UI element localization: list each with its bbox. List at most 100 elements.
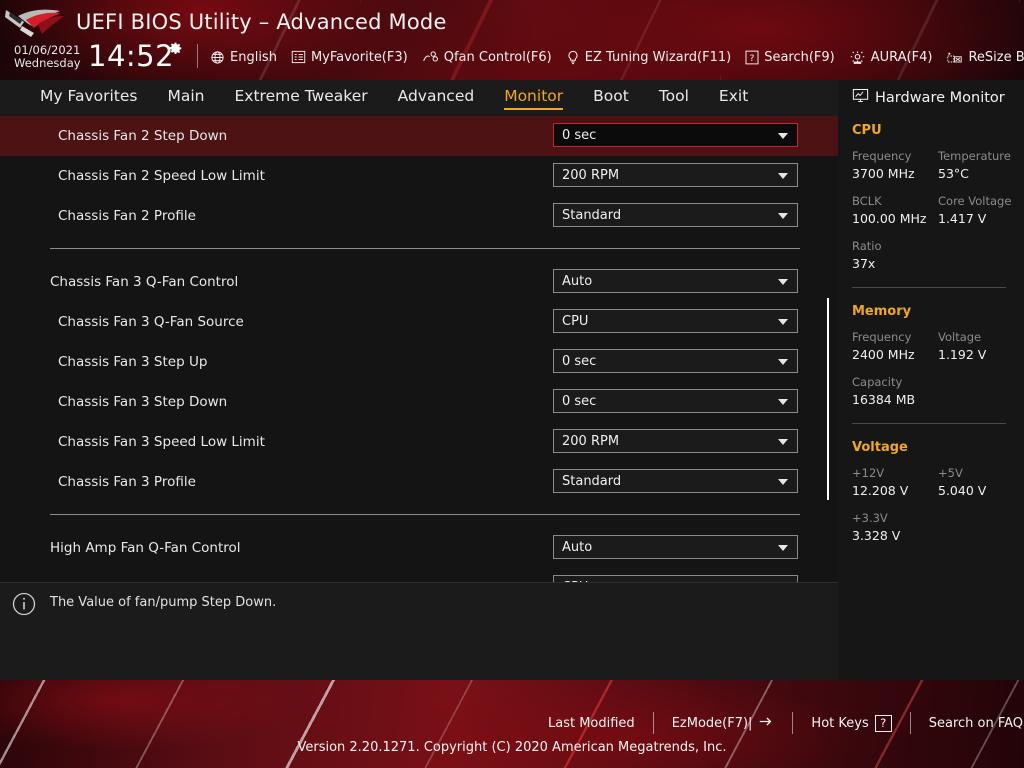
setting-dropdown[interactable]: Standard [553,203,798,227]
metric-value: 100.00 MHz [852,211,927,226]
metric-value: 1.192 V [938,347,987,362]
setting-dropdown[interactable]: 0 sec [553,389,798,413]
tab-tool[interactable]: Tool [659,87,689,109]
tab-my-favorites[interactable]: My Favorites [40,87,138,109]
settings-scrollbar[interactable] [826,116,830,582]
resize-bar-label: ReSize BAR [968,49,1024,65]
scrollbar-thumb[interactable] [827,298,829,500]
setting-dropdown[interactable]: CPU [553,575,798,582]
header-divider [197,44,198,68]
setting-value: 0 sec [562,353,597,369]
setting-value: Auto [562,539,593,555]
hardware-monitor-metric: Voltage 1.192 V [938,329,1024,364]
search-on-faq-label: Search on FAQ [928,715,1024,731]
page-title: UEFI BIOS Utility – Advanced Mode [76,10,447,34]
setting-row[interactable]: Chassis Fan 3 Speed Low Limit 200 RPM [0,422,838,462]
metric-label: +12V [852,466,885,480]
metric-label: Frequency [852,330,912,344]
search-label: Search(F9) [764,49,835,65]
setting-row[interactable]: Chassis Fan 3 Q-Fan Source CPU [0,302,838,342]
search-on-faq-button[interactable]: Search on FAQ [911,716,1024,731]
hardware-monitor-metric: +5V 5.040 V [938,465,1024,500]
gear-icon[interactable] [168,42,183,57]
setting-dropdown[interactable]: CPU [553,309,798,333]
tab-exit[interactable]: Exit [719,87,748,109]
setting-dropdown[interactable]: Auto [553,535,798,559]
chevron-down-icon[interactable] [778,133,788,139]
setting-label: Chassis Fan 2 Profile [58,208,196,224]
myfavorite-button[interactable]: MyFavorite(F3) [291,50,408,65]
chevron-down-icon[interactable] [778,173,788,179]
chevron-down-icon[interactable] [778,359,788,365]
hardware-monitor-row: Frequency 3700 MHz Temperature 53°C [852,148,1024,183]
tab-monitor[interactable]: Monitor [504,87,563,110]
chevron-down-icon[interactable] [778,439,788,445]
setting-dropdown[interactable]: 200 RPM [553,429,798,453]
hardware-monitor-title: Hardware Monitor [852,88,1024,107]
setting-row[interactable]: Chassis Fan 3 Q-Fan Control Auto [0,262,838,302]
setting-dropdown[interactable]: Standard [553,469,798,493]
setting-row[interactable]: Chassis Fan 3 Step Up 0 sec [0,342,838,382]
setting-row[interactable]: Chassis Fan 3 Profile Standard [0,462,838,502]
hardware-monitor-metric: +3.3V 3.328 V [852,510,938,545]
bulb-icon [566,50,580,65]
chevron-down-icon[interactable] [778,279,788,285]
setting-row[interactable]: Chassis Fan 2 Speed Low Limit 200 RPM [0,156,838,196]
metric-label: Frequency [852,149,912,163]
settings-group-separator [0,236,838,262]
hot-keys-button[interactable]: Hot Keys ? [793,714,909,732]
ez-tuning-wizard-button[interactable]: EZ Tuning Wizard(F11) [566,50,731,65]
tab-advanced[interactable]: Advanced [398,87,475,109]
setting-label: High Amp Fan Q-Fan Control [50,540,241,556]
hardware-monitor-readouts: Frequency 3700 MHz Temperature 53°C BCLK 100.… [852,148,1024,273]
separator-line [50,248,800,249]
ezmode-button[interactable]: EzMode(F7)| [654,715,793,732]
hardware-monitor-metric: Frequency 2400 MHz [852,329,938,364]
monitor-graph-icon [852,88,869,107]
metric-label: +5V [938,466,963,480]
setting-dropdown[interactable]: 0 sec [553,349,798,373]
setting-dropdown[interactable]: 200 RPM [553,163,798,187]
setting-value: CPU [562,313,589,329]
setting-label: Chassis Fan 2 Speed Low Limit [58,168,265,184]
bios-screen: UEFI BIOS Utility – Advanced Mode 01/06/… [0,0,1024,768]
aura-button[interactable]: AURA(F4) [849,50,932,65]
metric-value: 37x [852,256,876,271]
setting-value: Auto [562,273,593,289]
hardware-monitor-metric: Temperature 53°C [938,148,1024,183]
language-button[interactable]: English [210,50,277,65]
hardware-monitor-metric: BCLK 100.00 MHz [852,193,938,228]
qfan-control-button[interactable]: Qfan Control(F6) [422,50,552,65]
last-modified-button[interactable]: Last Modified [530,716,653,731]
info-icon [12,592,36,616]
setting-value: Standard [562,473,622,489]
setting-row[interactable]: High Amp Fan Q-Fan SourceCPU [0,568,838,582]
setting-value: 0 sec [562,127,597,143]
search-button[interactable]: ? Search(F9) [745,50,835,65]
language-label: English [230,49,277,65]
metric-value: 1.417 V [938,211,987,226]
setting-row[interactable]: High Amp Fan Q-Fan Control Auto [0,528,838,568]
tab-extreme-tweaker[interactable]: Extreme Tweaker [235,87,368,109]
chevron-down-icon[interactable] [778,319,788,325]
ezmode-label: EzMode(F7)| [671,715,753,731]
settings-group-separator [0,502,838,528]
hardware-monitor-metric: Core Voltage 1.417 V [938,193,1024,228]
hardware-monitor-metric: Ratio 37x [852,238,938,273]
setting-dropdown[interactable]: 0 sec [553,123,798,147]
chevron-down-icon[interactable] [778,479,788,485]
tab-boot[interactable]: Boot [593,87,629,109]
setting-row[interactable]: Chassis Fan 2 Step Down 0 sec [0,116,838,156]
chevron-down-icon[interactable] [778,545,788,551]
setting-row[interactable]: Chassis Fan 3 Step Down 0 sec [0,382,838,422]
setting-dropdown[interactable]: Auto [553,269,798,293]
resize-bar-button[interactable]: ReSize BAR [946,50,1024,65]
setting-row[interactable]: Chassis Fan 2 Profile Standard [0,196,838,236]
chevron-down-icon[interactable] [778,399,788,405]
arrow-right-icon [758,715,774,732]
tab-main[interactable]: Main [168,87,205,109]
metric-label: +3.3V [852,511,888,525]
hardware-monitor-divider [852,287,1006,288]
chevron-down-icon[interactable] [778,213,788,219]
metric-label: Core Voltage [938,194,1012,208]
